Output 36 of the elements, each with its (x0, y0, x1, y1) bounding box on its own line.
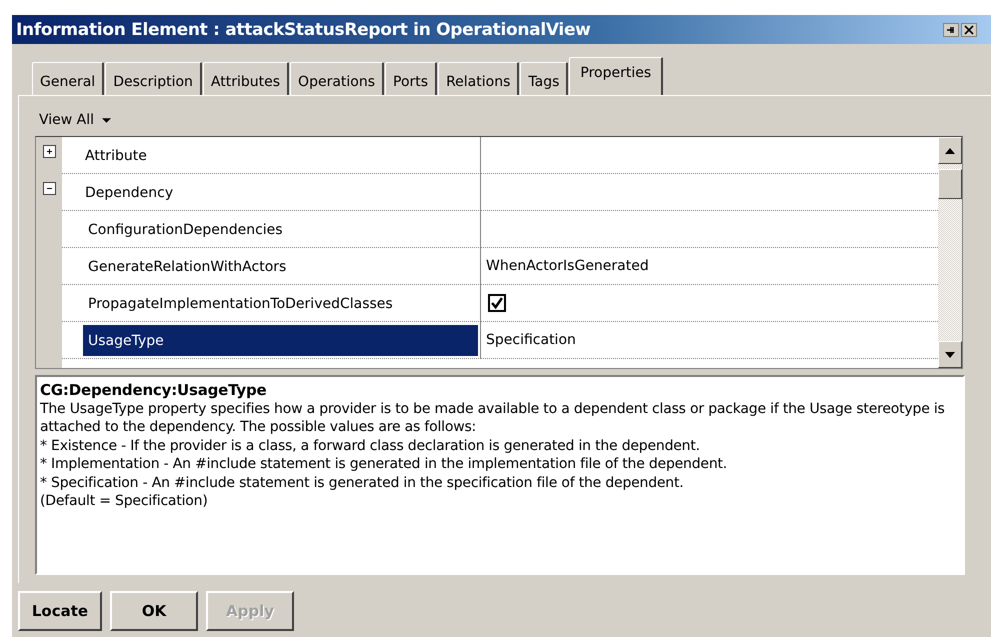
description-text: (Default = Specification) (40, 492, 209, 510)
checkbox[interactable] (488, 294, 506, 312)
property-value[interactable]: Specification (486, 332, 576, 348)
pin-icon[interactable] (943, 22, 959, 36)
property-name[interactable]: Attribute (80, 140, 152, 170)
property-name[interactable]: GenerateRelationWithActors (83, 250, 292, 282)
description-text: * Specification - An #include statement is generated in the specification file of the dependent. (40, 474, 685, 492)
window-title: Information Element : attackStatusReport in OperationalView (16, 20, 591, 40)
description-heading: CG:Dependency:UsageType (40, 381, 268, 400)
view-filter-dropdown[interactable]: View All (35, 112, 116, 128)
description-text: * Implementation - An #include statement is generated in the implementation file of the dependent. (40, 455, 728, 474)
tab[interactable]: Attributes (202, 62, 290, 95)
tab[interactable]: Ports (385, 62, 438, 95)
property-name[interactable]: ConfigurationDependencies (83, 214, 288, 244)
scroll-down-icon[interactable] (938, 341, 962, 368)
tab[interactable]: Properties (569, 57, 664, 95)
tab[interactable]: Description (105, 62, 202, 95)
tab[interactable]: Tags (520, 62, 568, 95)
tab[interactable]: General (32, 62, 104, 95)
scrollbar[interactable] (938, 137, 962, 368)
property-name[interactable]: Dependency (80, 176, 178, 208)
expand-icon[interactable] (42, 145, 56, 158)
description-text: The UsageType property specifies how a provider is to be made available to a dependent class or package if the Usage stereotype is attached to the dependency. The possible values are as follows: (40, 400, 946, 436)
tab[interactable]: Operations (290, 62, 384, 95)
dialog-button[interactable]: OK (110, 591, 198, 631)
collapse-icon[interactable] (42, 182, 56, 195)
property-name[interactable]: PropagateImplementationToDerivedClasses (83, 288, 398, 318)
property-name[interactable]: UsageType (83, 324, 478, 356)
dialog-button[interactable]: Locate (18, 591, 102, 631)
tab[interactable]: Relations (438, 62, 520, 95)
close-icon[interactable] (961, 22, 977, 36)
scroll-up-icon[interactable] (938, 137, 962, 164)
caret-icon (102, 118, 112, 122)
property-value[interactable]: WhenActorIsGenerated (486, 258, 649, 274)
description-text: * Existence - If the provider is a class, a forward class declaration is generated in the dependent. (40, 436, 701, 455)
scroll-thumb[interactable] (938, 169, 962, 199)
